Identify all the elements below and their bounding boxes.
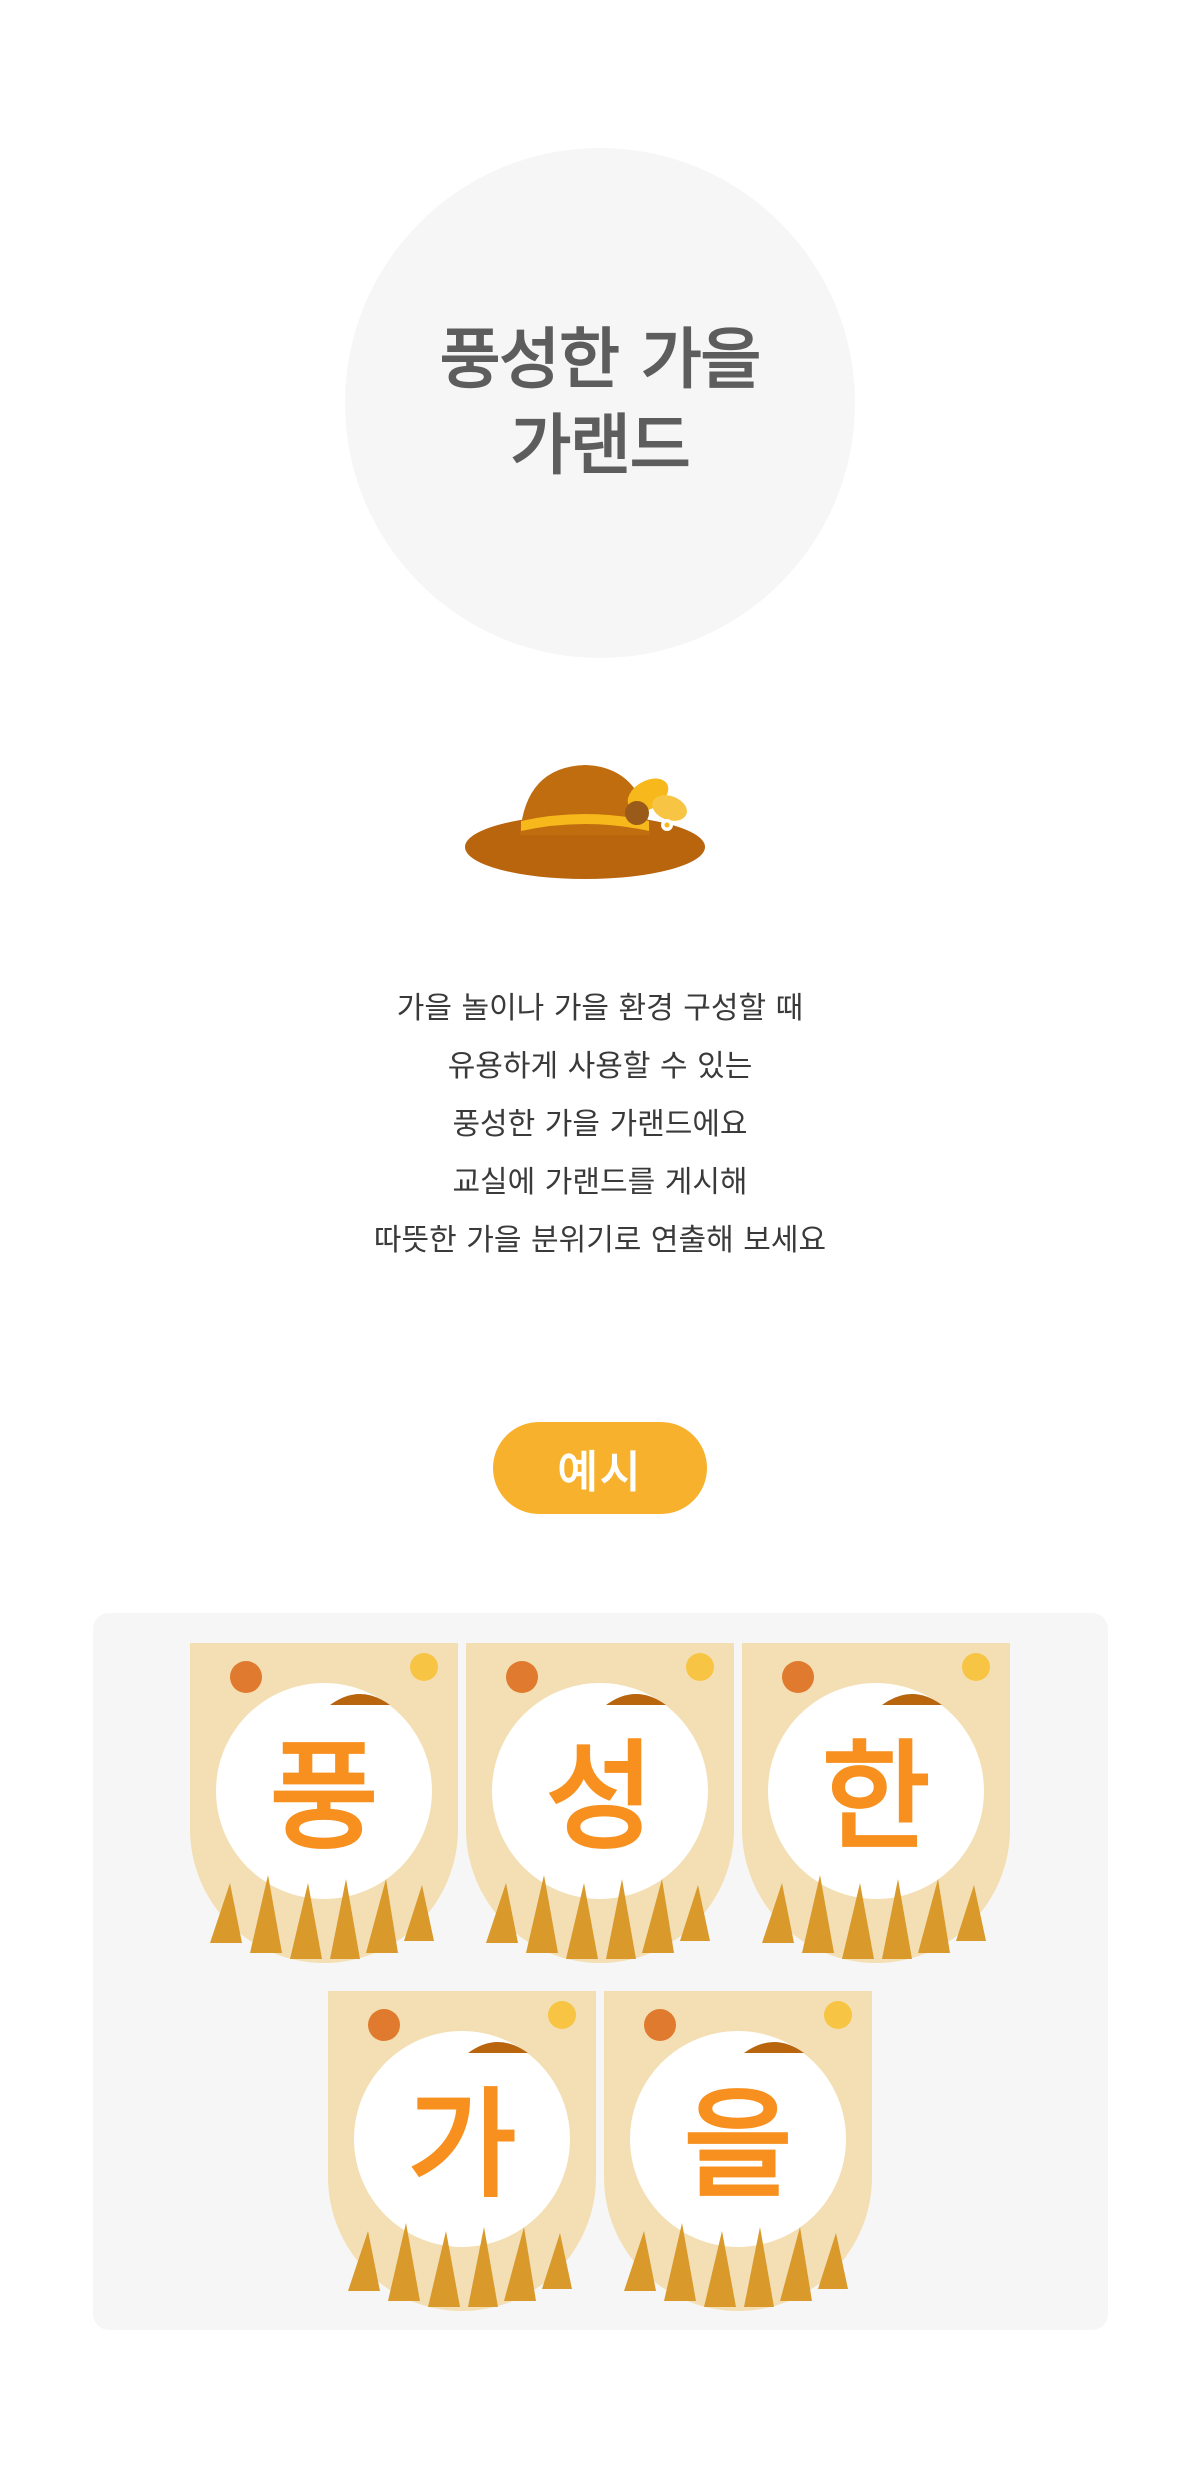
garland-flag: 을 xyxy=(604,1991,872,2311)
garland-letter: 풍 xyxy=(269,1727,379,1866)
description: 가을 놀이나 가을 환경 구성할 때 유용하게 사용할 수 있는 풍성한 가을 … xyxy=(0,980,1200,1270)
page-title-line-2: 가랜드 xyxy=(510,407,690,484)
garland-flag: 성 xyxy=(466,1643,734,1963)
description-line: 교실에 가랜드를 게시해 xyxy=(452,1165,748,1200)
example-badge: 예시 xyxy=(493,1422,707,1514)
example-badge-label: 예시 xyxy=(557,1447,643,1498)
page-title-line-1: 풍성한 가을 xyxy=(439,321,762,398)
example-panel: 풍 성 한 가 을 xyxy=(93,1613,1108,2330)
description-line: 풍성한 가을 가랜드에요 xyxy=(452,1107,748,1142)
garland-letter: 을 xyxy=(683,2075,793,2214)
description-line: 따뜻한 가을 분위기로 연출해 보세요 xyxy=(373,1223,827,1258)
garland-flag: 가 xyxy=(328,1991,596,2311)
garland-letter: 성 xyxy=(545,1727,655,1866)
garland-letter: 한 xyxy=(821,1727,931,1866)
description-line: 가을 놀이나 가을 환경 구성할 때 xyxy=(396,991,804,1026)
hero-circle: 풍성한 가을 가랜드 xyxy=(345,148,855,658)
description-line: 유용하게 사용할 수 있는 xyxy=(447,1049,753,1084)
garland-flag: 풍 xyxy=(190,1643,458,1963)
garland-flag: 한 xyxy=(742,1643,1010,1963)
garland-letter: 가 xyxy=(407,2075,517,2214)
straw-hat-icon xyxy=(465,765,705,879)
